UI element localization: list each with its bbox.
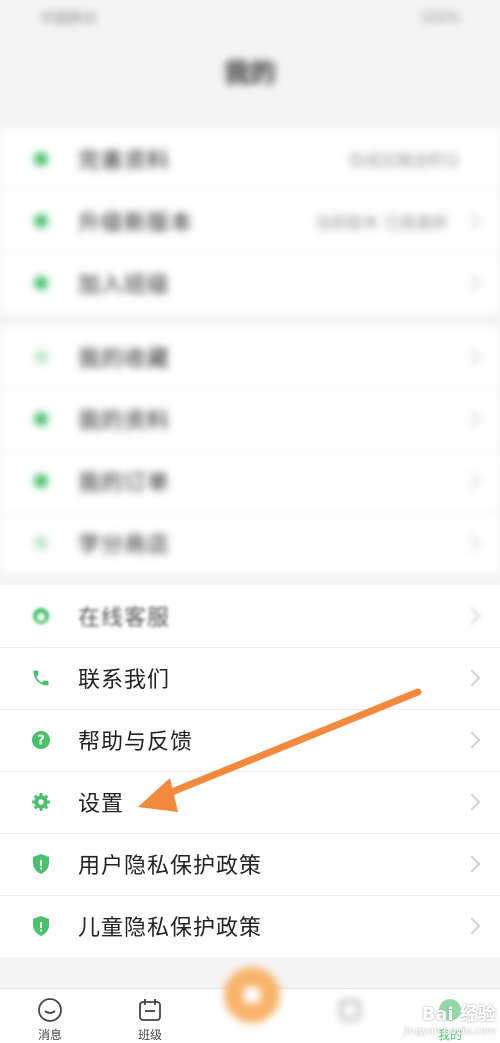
nav-tab-discover[interactable] [320, 997, 380, 1023]
chevron-right-icon [463, 855, 481, 873]
chevron-right-icon [463, 793, 481, 811]
document-icon [244, 987, 260, 1003]
store-icon [30, 532, 52, 554]
menu-item-label: 学分商店 [78, 533, 171, 558]
help-icon: ? [30, 729, 52, 751]
status-left: 中国移动 [40, 8, 96, 28]
menu-item-store[interactable]: 学分商店 [0, 512, 500, 574]
menu-item-join-class[interactable]: 加入班级 [0, 252, 500, 314]
chevron-right-icon [463, 731, 481, 749]
materials-icon [30, 408, 52, 430]
profile-icon [30, 148, 52, 170]
phone-icon [30, 667, 52, 689]
screen: 中国移动 100% 我的 完善资料 完成后赠送积分 升级新版本 当前版本 已是最… [0, 0, 500, 1043]
menu-item-label: 儿童隐私保护政策 [78, 916, 263, 941]
menu-item-label: 我的资料 [78, 409, 171, 434]
menu-item-label: 升级新版本 [78, 211, 194, 236]
menu-item-label: 完善资料 [78, 149, 171, 174]
chevron-right-icon [463, 534, 481, 552]
class-icon [30, 272, 52, 294]
menu-item-value: 完成后赠送积分 [347, 151, 460, 170]
center-fab-button[interactable] [224, 967, 280, 1023]
svg-text:?: ? [37, 734, 45, 749]
chat-icon [38, 998, 62, 1022]
menu-item-label: 用户隐私保护政策 [78, 854, 263, 879]
page-title: 我的 [223, 58, 276, 89]
menu-item-settings[interactable]: 设置 [0, 771, 500, 833]
chevron-right-icon [463, 669, 481, 687]
calendar-icon [139, 999, 161, 1021]
watermark: Bai 经验 jingyan.baidu.com [404, 1000, 496, 1037]
upgrade-icon [30, 210, 52, 232]
menu-item-child-privacy[interactable]: 儿童隐私保护政策 [0, 895, 500, 957]
menu-group-profile: 完善资料 完成后赠送积分 升级新版本 当前版本 已是最新 加入班级 [0, 128, 500, 314]
menu-group-mine: 我的收藏 我的资料 我的订单 学分商店 [0, 326, 500, 574]
headset-icon [30, 605, 52, 627]
menu-item-orders[interactable]: 我的订单 [0, 450, 500, 512]
menu-item-label: 联系我们 [78, 668, 171, 693]
menu-item-label: 我的订单 [78, 471, 171, 496]
carrier-text: 中国移动 [40, 11, 96, 27]
orders-icon [30, 470, 52, 492]
status-bar: 中国移动 100% [0, 0, 500, 36]
menu-item-label: 我的收藏 [78, 347, 171, 372]
nav-tab-class[interactable]: 班级 [120, 997, 180, 1043]
menu-item-label: 帮助与反馈 [78, 730, 194, 755]
shield-icon [30, 853, 52, 875]
menu-item-favorites[interactable]: 我的收藏 [0, 326, 500, 388]
chevron-right-icon [463, 917, 481, 935]
menu-item-label: 设置 [78, 792, 125, 817]
menu-item-user-privacy[interactable]: 用户隐私保护政策 [0, 833, 500, 895]
chevron-right-icon [463, 410, 481, 428]
menu-item-upgrade[interactable]: 升级新版本 当前版本 已是最新 [0, 190, 500, 252]
favorites-icon [30, 346, 52, 368]
menu-item-label: 加入班级 [78, 273, 171, 298]
chevron-right-icon [463, 472, 481, 490]
status-right: 100% [420, 10, 460, 26]
watermark-brand: Bai 经验 [421, 1004, 496, 1025]
discover-icon [340, 1000, 360, 1020]
gear-icon [30, 791, 52, 813]
chevron-right-icon [463, 607, 481, 625]
menu-item-contact-us[interactable]: 联系我们 [0, 647, 500, 709]
chevron-right-icon [463, 274, 481, 292]
nav-label: 班级 [137, 1028, 162, 1042]
chevron-right-icon [463, 212, 481, 230]
menu-item-materials[interactable]: 我的资料 [0, 388, 500, 450]
menu-group-support: 在线客服 联系我们 ? 帮助与反馈 设置 用户隐私保护政策 儿童隐私保护政策 [0, 585, 500, 957]
battery-text: 100% [419, 10, 460, 26]
menu-item-label: 在线客服 [78, 606, 171, 631]
title-bar: 我的 [0, 36, 500, 106]
nav-tab-messages[interactable]: 消息 [20, 997, 80, 1043]
menu-item-online-service[interactable]: 在线客服 [0, 585, 500, 647]
shield-icon [30, 915, 52, 937]
chevron-right-icon [463, 348, 481, 366]
nav-label: 消息 [37, 1028, 62, 1042]
menu-item-value: 当前版本 已是最新 [314, 213, 448, 232]
menu-item-complete-profile[interactable]: 完善资料 完成后赠送积分 [0, 128, 500, 190]
menu-item-help-feedback[interactable]: ? 帮助与反馈 [0, 709, 500, 771]
watermark-url: jingyan.baidu.com [403, 1026, 496, 1037]
